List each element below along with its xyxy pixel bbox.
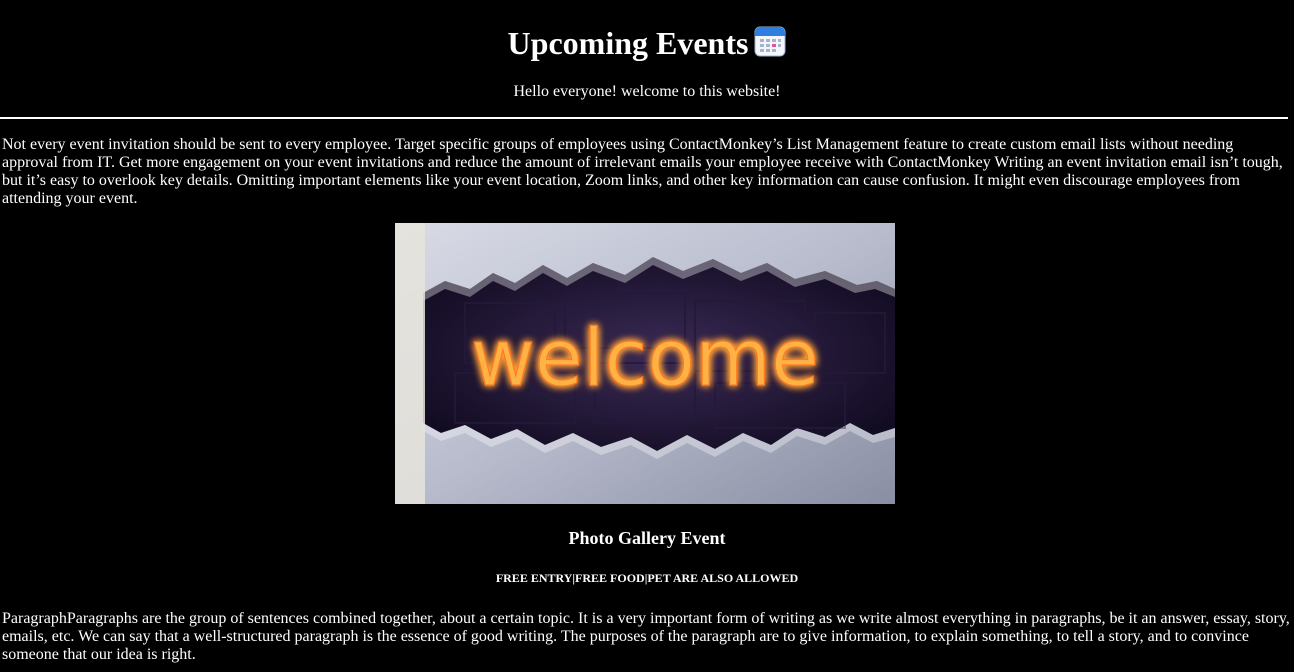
welcome-banner-image: welcome (395, 223, 895, 504)
calendar-icon (754, 25, 786, 57)
page: Upcoming Events Hello everyone! welcome … (0, 0, 1294, 672)
page-title: Upcoming Events (0, 22, 1294, 64)
divider (0, 117, 1288, 119)
banner-word: welcome (471, 314, 819, 404)
event-title: Photo Gallery Event (568, 528, 726, 548)
event-tagline: FREE ENTRY|FREE FOOD|PET ARE ALSO ALLOWE… (495, 571, 799, 585)
greeting-text: Hello everyone! welcome to this website! (513, 83, 781, 100)
outro-paragraph: ParagraphParagraphs are the group of sen… (2, 610, 1290, 663)
page-title-text: Upcoming Events (507, 25, 749, 61)
intro-paragraph: Not every event invitation should be sen… (2, 136, 1283, 207)
